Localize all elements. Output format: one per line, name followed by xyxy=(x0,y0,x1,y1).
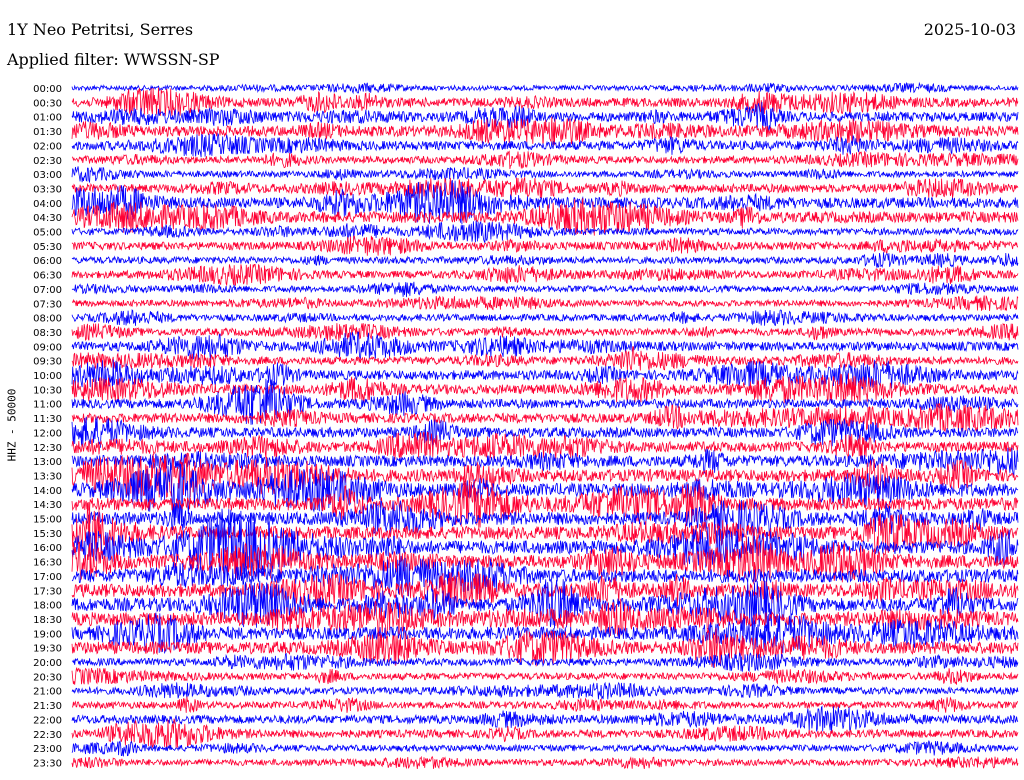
seismic-trace xyxy=(71,667,1019,685)
row-time-label: 02:00 xyxy=(33,141,62,152)
seismic-trace xyxy=(71,309,1019,327)
row-time-label: 08:00 xyxy=(33,314,62,325)
row-time-label: 20:00 xyxy=(33,658,62,669)
row-time-label: 12:00 xyxy=(33,428,62,439)
row-time-label: 01:00 xyxy=(33,113,62,124)
seismic-trace xyxy=(71,402,1019,433)
row-time-label: 02:30 xyxy=(33,156,62,167)
row-time-label: 11:30 xyxy=(33,414,62,425)
row-time-label: 04:30 xyxy=(33,213,62,224)
seismic-trace xyxy=(71,322,1019,342)
seismic-trace xyxy=(71,705,1019,733)
row-time-label: 15:00 xyxy=(33,515,62,526)
row-time-label: 22:00 xyxy=(33,715,62,726)
row-time-label: 09:30 xyxy=(33,357,62,368)
row-time-label: 16:00 xyxy=(33,543,62,554)
row-time-label: 19:30 xyxy=(33,644,62,655)
row-time-label: 18:00 xyxy=(33,601,62,612)
row-time-label: 01:30 xyxy=(33,127,62,138)
seismic-trace xyxy=(71,755,1019,770)
row-time-label: 21:30 xyxy=(33,701,62,712)
row-time-label: 03:00 xyxy=(33,170,62,181)
row-time-label: 23:00 xyxy=(33,744,62,755)
seismic-trace xyxy=(71,447,1019,477)
seismic-trace xyxy=(72,295,1019,312)
row-time-label: 03:30 xyxy=(33,184,62,195)
seismic-trace xyxy=(71,681,1019,700)
row-time-label: 12:30 xyxy=(33,443,62,454)
seismic-trace xyxy=(71,263,1019,287)
seismic-trace xyxy=(71,166,1019,184)
row-time-label: 09:00 xyxy=(33,342,62,353)
helicorder-plot: 00:00 00:30 01:00 01:30 02:00 02:30 03:00 03:30… xyxy=(33,81,1019,770)
row-time-label: 11:00 xyxy=(33,400,62,411)
row-time-label: 15:30 xyxy=(33,529,62,540)
seismic-trace xyxy=(71,87,1019,117)
row-time-label: 14:30 xyxy=(33,500,62,511)
seismic-trace xyxy=(71,177,1019,201)
row-time-label: 10:00 xyxy=(33,371,62,382)
seismic-trace xyxy=(71,132,1019,158)
row-time-label: 06:00 xyxy=(33,256,62,267)
row-time-label: 00:30 xyxy=(33,98,62,109)
row-time-label: 13:30 xyxy=(33,471,62,482)
row-time-label: 19:00 xyxy=(33,629,62,640)
row-time-label: 20:30 xyxy=(33,672,62,683)
row-time-label: 21:00 xyxy=(33,687,62,698)
row-time-label: 18:30 xyxy=(33,615,62,626)
row-time-label: 05:00 xyxy=(33,228,62,239)
row-time-label: 06:30 xyxy=(33,271,62,282)
seismic-trace xyxy=(72,696,1019,714)
seismic-trace xyxy=(71,81,1019,95)
row-time-label: 05:30 xyxy=(33,242,62,253)
row-time-label: 10:30 xyxy=(33,385,62,396)
seismic-trace xyxy=(71,740,1019,757)
row-time-label: 04:00 xyxy=(33,199,62,210)
row-time-label: 16:30 xyxy=(33,558,62,569)
row-time-label: 17:30 xyxy=(33,586,62,597)
row-time-label: 08:30 xyxy=(33,328,62,339)
seismic-trace xyxy=(71,652,1019,673)
row-time-label: 07:00 xyxy=(33,285,62,296)
row-time-label: 13:00 xyxy=(33,457,62,468)
seismic-trace xyxy=(71,150,1019,170)
row-time-label: 14:00 xyxy=(33,486,62,497)
row-time-label: 23:30 xyxy=(33,758,62,769)
row-time-label: 22:30 xyxy=(33,730,62,741)
row-time-label: 17:00 xyxy=(33,572,62,583)
row-time-label: 00:00 xyxy=(33,84,62,95)
seismic-trace xyxy=(71,235,1019,256)
row-time-label: 07:30 xyxy=(33,299,62,310)
seismic-trace xyxy=(71,252,1019,269)
